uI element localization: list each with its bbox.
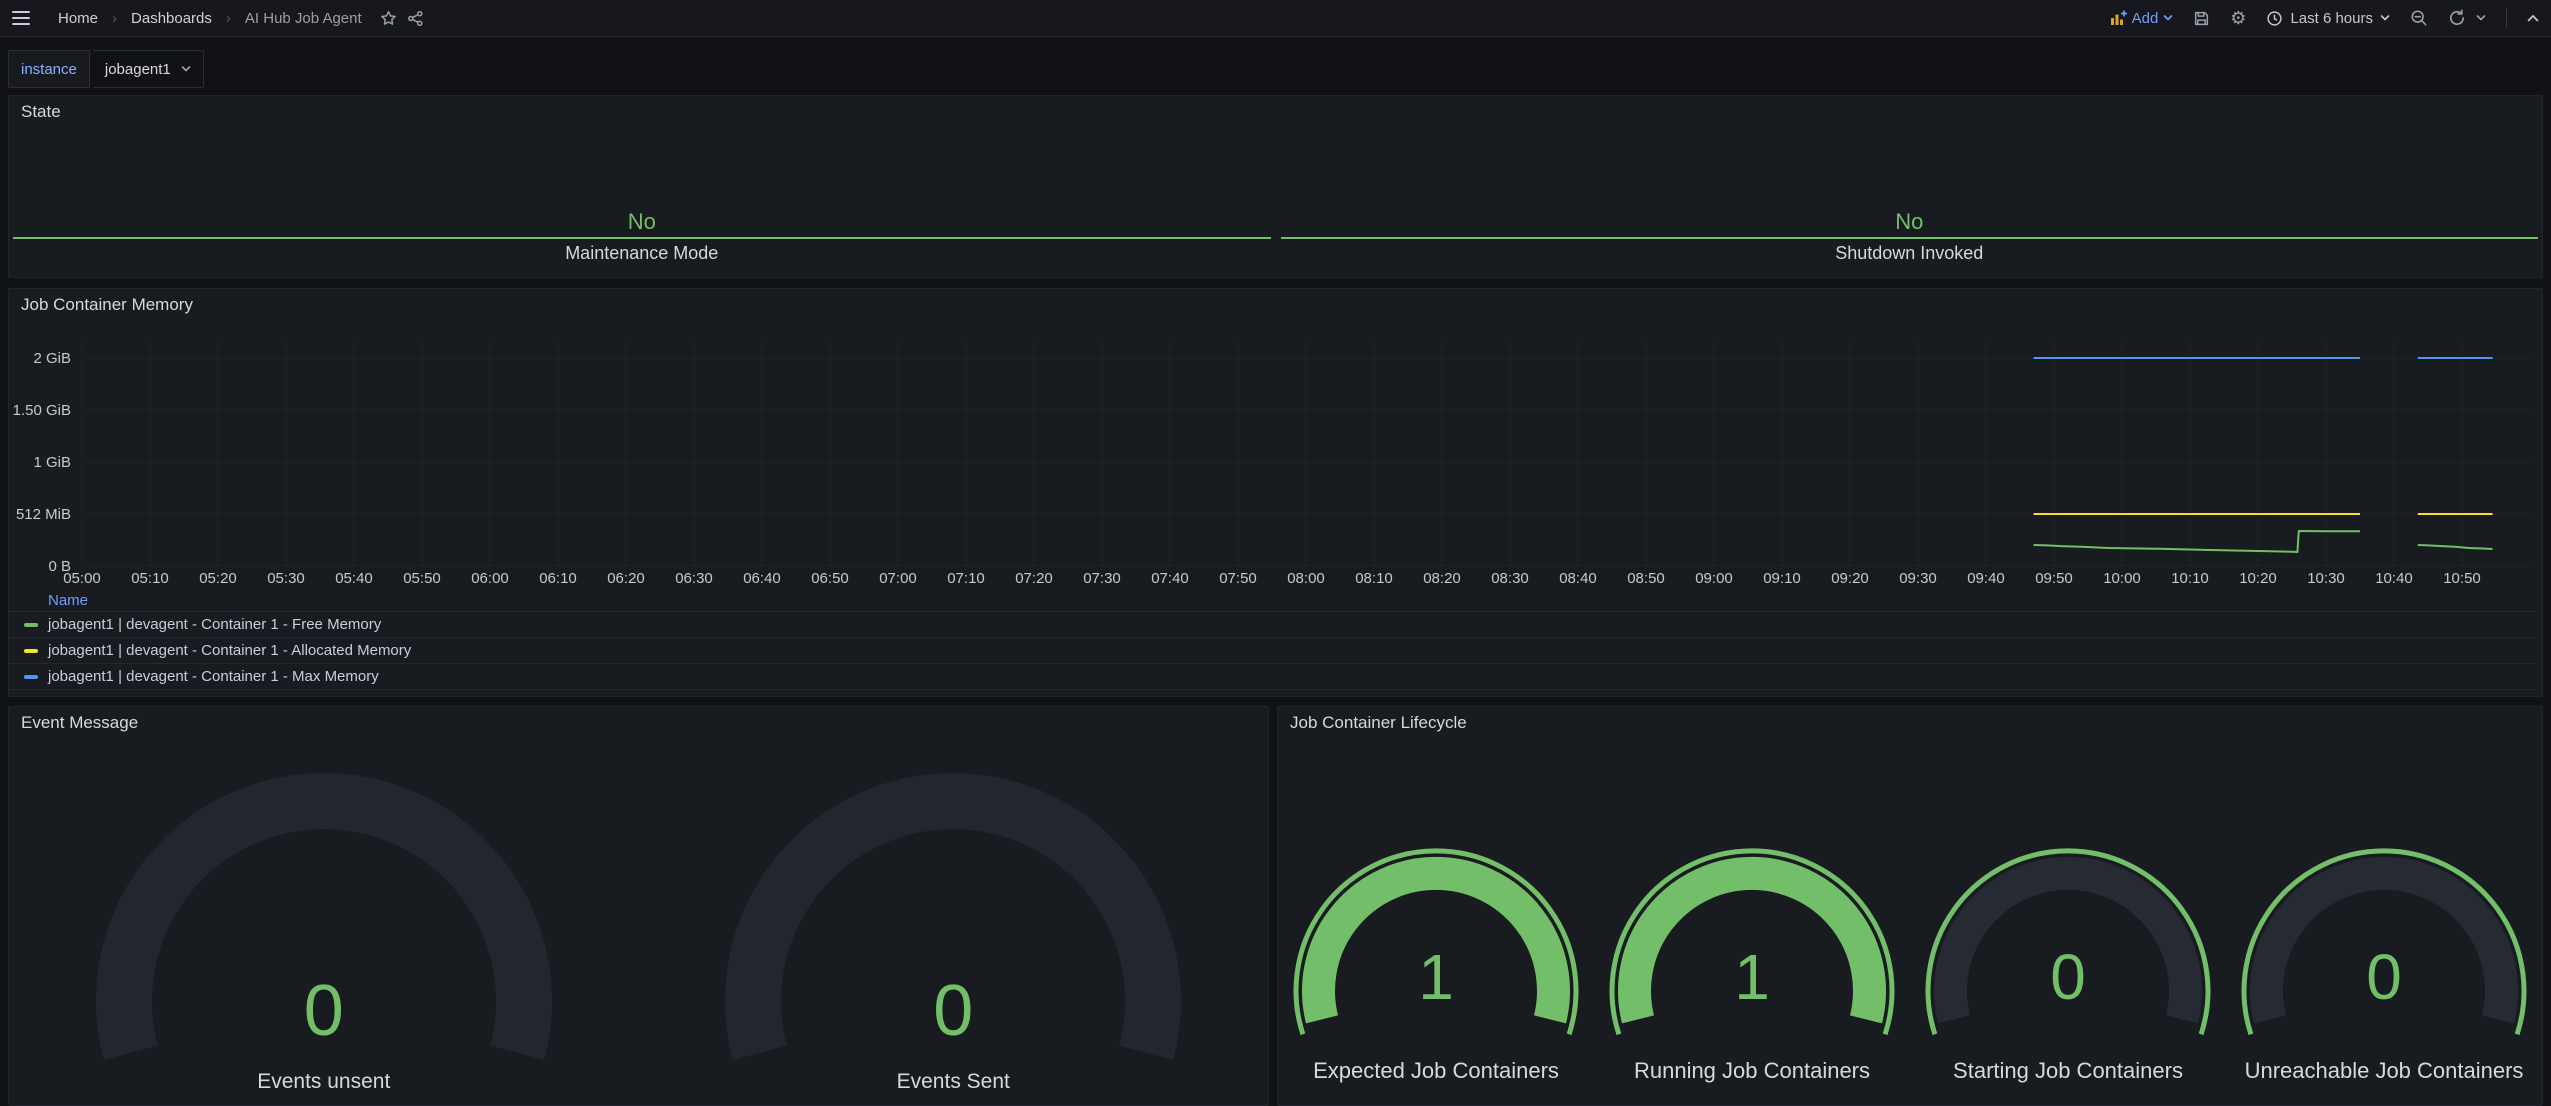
zoom-out-icon[interactable] bbox=[2410, 9, 2428, 27]
panel-job-container-lifecycle: Job Container Lifecycle 1 Expected Job Co… bbox=[1277, 706, 2543, 1106]
stat-underline bbox=[1281, 237, 2539, 239]
panel-state: State No Maintenance Mode No Shutdown Invok… bbox=[8, 95, 2543, 278]
legend-series-label: jobagent1 | devagent - Container 1 - Max… bbox=[48, 668, 379, 685]
dashboard-variables: instance jobagent1 bbox=[8, 50, 204, 88]
legend-series-label: jobagent1 | devagent - Container 1 - Fre… bbox=[48, 616, 381, 633]
gauge-value: 1 bbox=[1278, 944, 1594, 1010]
breadcrumb-current: AI Hub Job Agent bbox=[245, 10, 362, 27]
add-label: Add bbox=[2132, 10, 2159, 27]
gauge-value: 0 bbox=[2226, 944, 2542, 1010]
legend-header-name[interactable]: Name bbox=[9, 592, 2536, 611]
legend-series-label: jobagent1 | devagent - Container 1 - All… bbox=[48, 642, 411, 659]
gauge-label: Events unsent bbox=[9, 1070, 639, 1094]
legend-row[interactable]: jobagent1 | devagent - Container 1 - All… bbox=[9, 637, 2536, 663]
save-dashboard-icon[interactable] bbox=[2193, 10, 2210, 27]
breadcrumb-separator: › bbox=[226, 10, 231, 27]
panel-memory-title[interactable]: Job Container Memory bbox=[21, 295, 193, 315]
gauge-label: Events Sent bbox=[639, 1070, 1269, 1094]
add-panel-button[interactable]: Add bbox=[2110, 10, 2174, 27]
state-stat: No Maintenance Mode bbox=[13, 126, 1271, 277]
share-icon[interactable] bbox=[407, 10, 424, 27]
breadcrumb-dashboards[interactable]: Dashboards bbox=[131, 10, 212, 27]
refresh-icon[interactable] bbox=[2448, 9, 2466, 27]
collapse-toolbar-icon[interactable] bbox=[2527, 14, 2539, 23]
gauge: 0 Events unsent bbox=[9, 707, 639, 1105]
gauge-arc bbox=[1918, 707, 2218, 1106]
gauge-label: Unreachable Job Containers bbox=[2226, 1058, 2542, 1084]
variable-instance-value-dropdown[interactable]: jobagent1 bbox=[93, 50, 204, 88]
time-range-label: Last 6 hours bbox=[2290, 10, 2373, 27]
chevron-down-icon bbox=[181, 65, 191, 73]
stat-label: Shutdown Invoked bbox=[1835, 243, 1983, 264]
gauge-value: 1 bbox=[1594, 944, 1910, 1010]
memory-timeseries-plot[interactable] bbox=[9, 289, 2542, 594]
favorite-star-icon[interactable] bbox=[380, 10, 397, 27]
gauge-arc bbox=[1602, 707, 1902, 1106]
mini-bar-chart-plus-icon bbox=[2110, 10, 2127, 26]
chevron-down-icon bbox=[2163, 14, 2173, 22]
time-range-picker[interactable]: Last 6 hours bbox=[2266, 10, 2390, 27]
refresh-interval-chevron-icon[interactable] bbox=[2476, 14, 2486, 22]
gauge: 0 Unreachable Job Containers bbox=[2226, 707, 2542, 1105]
event-message-gauges: 0Events unsent0Events Sent bbox=[9, 707, 1268, 1105]
gauge-arc bbox=[1286, 707, 1586, 1106]
legend-row[interactable]: jobagent1 | devagent - Container 1 - Fre… bbox=[9, 611, 2536, 637]
clock-icon bbox=[2266, 10, 2283, 27]
chevron-down-icon bbox=[2380, 14, 2390, 22]
dashboard-settings-icon[interactable]: ⚙ bbox=[2230, 10, 2246, 26]
legend-series-color-dash bbox=[24, 649, 38, 653]
legend-series-color-dash bbox=[24, 675, 38, 679]
stat-value: No bbox=[1895, 210, 1923, 234]
gauge: 0 Starting Job Containers bbox=[1910, 707, 2226, 1105]
panel-lifecycle-title[interactable]: Job Container Lifecycle bbox=[1290, 713, 1467, 733]
panel-events-title[interactable]: Event Message bbox=[21, 713, 138, 733]
gauge-label: Starting Job Containers bbox=[1910, 1058, 2226, 1084]
panel-event-message: Event Message 0Events unsent0Events Sent bbox=[8, 706, 1269, 1106]
panel-job-container-memory: Job Container Memory 2 GiB1.50 GiB1 GiB5… bbox=[8, 288, 2543, 697]
lifecycle-gauges: 1 Expected Job Containers 1 Running Job Con… bbox=[1278, 707, 2542, 1105]
gauge-value: 0 bbox=[639, 973, 1269, 1049]
variable-instance-label[interactable]: instance bbox=[8, 50, 90, 88]
panel-state-title[interactable]: State bbox=[21, 102, 61, 122]
breadcrumb-separator: › bbox=[112, 10, 117, 27]
gauge: 0 Events Sent bbox=[639, 707, 1269, 1105]
gauge-label: Expected Job Containers bbox=[1278, 1058, 1594, 1084]
gauge-value: 0 bbox=[1910, 944, 2226, 1010]
state-stats: No Maintenance Mode No Shutdown Invoked bbox=[13, 126, 2538, 277]
gauge-arc bbox=[2234, 707, 2534, 1106]
variable-instance-value: jobagent1 bbox=[105, 61, 171, 78]
top-nav-bar: Home › Dashboards › AI Hub Job Agent Add bbox=[0, 0, 2551, 37]
stat-label: Maintenance Mode bbox=[565, 243, 718, 264]
legend-series-color-dash bbox=[24, 623, 38, 627]
hamburger-menu-icon[interactable] bbox=[12, 11, 30, 25]
stat-value: No bbox=[628, 210, 656, 234]
breadcrumb-home[interactable]: Home bbox=[58, 10, 98, 27]
legend-row[interactable]: jobagent1 | devagent - Container 1 - Max… bbox=[9, 663, 2536, 690]
gauge: 1 Expected Job Containers bbox=[1278, 707, 1594, 1105]
gauge: 1 Running Job Containers bbox=[1594, 707, 1910, 1105]
nav-divider bbox=[2506, 8, 2507, 28]
gauge-value: 0 bbox=[9, 973, 639, 1049]
grafana-dashboard: Home › Dashboards › AI Hub Job Agent Add bbox=[0, 0, 2551, 1106]
gauge-label: Running Job Containers bbox=[1594, 1058, 1910, 1084]
state-stat: No Shutdown Invoked bbox=[1281, 126, 2539, 277]
stat-underline bbox=[13, 237, 1271, 239]
memory-legend-table: Name jobagent1 | devagent - Container 1 … bbox=[9, 592, 2536, 690]
